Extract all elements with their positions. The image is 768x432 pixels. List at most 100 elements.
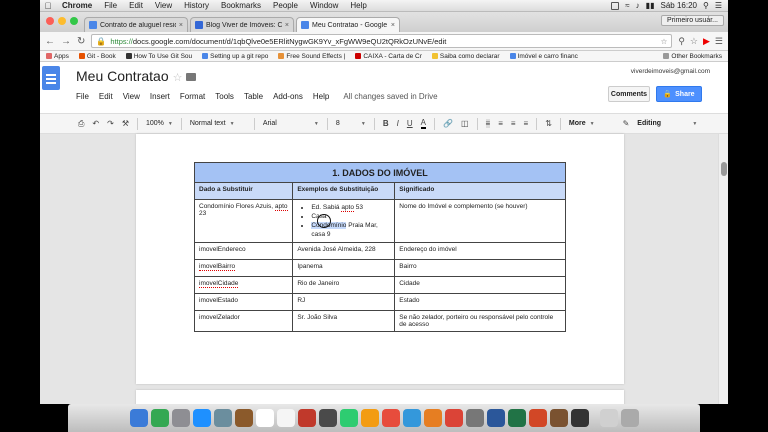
- header-cell[interactable]: Dado a Substituir: [193, 182, 294, 200]
- comment-icon[interactable]: ◫: [461, 119, 469, 128]
- menu-view[interactable]: View: [149, 1, 178, 10]
- drive-icon[interactable]: [150, 409, 169, 427]
- clock[interactable]: Sáb 16:20: [660, 1, 696, 10]
- table-title[interactable]: 1. DADOS DO IMÓVEL: [194, 162, 566, 183]
- back-icon[interactable]: ←: [45, 36, 55, 47]
- misspelled-word[interactable]: imovelCidade: [199, 280, 239, 288]
- table-cell[interactable]: imovelCidade: [193, 276, 294, 294]
- misspelled-word[interactable]: imovelBairro: [199, 263, 236, 271]
- bookmark-setting-git-repo[interactable]: Setting up a git repo: [202, 53, 268, 60]
- other-bookmarks[interactable]: Other Bookmarks: [663, 53, 722, 60]
- docs-logo-icon[interactable]: [42, 66, 60, 90]
- editing-mode-select[interactable]: Editing ▼: [637, 120, 697, 127]
- menu-history[interactable]: History: [178, 1, 215, 10]
- menu-file[interactable]: File: [98, 1, 123, 10]
- misspelled-word[interactable]: apto: [274, 203, 288, 211]
- trash-icon[interactable]: [620, 409, 639, 427]
- docs-menu-insert[interactable]: Insert: [150, 92, 170, 101]
- docs-menu-table[interactable]: Table: [244, 92, 263, 101]
- docs-menu-tools[interactable]: Tools: [215, 92, 234, 101]
- url-input[interactable]: 🔒 https://docs.google.com/document/d/1qb…: [91, 34, 673, 48]
- bookmark-caixa[interactable]: CAIXA - Carta de Cr: [355, 53, 422, 60]
- redo-icon[interactable]: ↷: [107, 119, 114, 128]
- style-select[interactable]: Normal text ▼: [190, 120, 246, 127]
- reload-icon[interactable]: ↻: [77, 36, 85, 47]
- close-icon[interactable]: ×: [285, 22, 289, 29]
- link-icon[interactable]: 🔗: [443, 119, 453, 128]
- word-icon[interactable]: [486, 409, 505, 427]
- text-color-icon[interactable]: A: [420, 118, 426, 129]
- scrollbar-thumb[interactable]: [721, 162, 727, 176]
- align-right-icon[interactable]: ≡: [511, 119, 516, 128]
- star-icon[interactable]: ☆: [690, 36, 698, 47]
- font-size-select[interactable]: 8 ▼: [336, 120, 366, 127]
- table-cell[interactable]: Se não zelador, porteiro ou responsável …: [394, 310, 566, 332]
- powerpoint-icon[interactable]: [528, 409, 547, 427]
- misspelled-word[interactable]: apto: [341, 204, 354, 212]
- table-cell[interactable]: RJ: [292, 293, 396, 311]
- close-icon[interactable]: ×: [391, 22, 395, 29]
- launchpad-icon[interactable]: [171, 409, 190, 427]
- share-button[interactable]: 🔒 Share: [656, 86, 702, 102]
- table-cell[interactable]: Cidade: [394, 276, 566, 294]
- close-icon[interactable]: ×: [179, 22, 183, 29]
- battery-icon[interactable]: ▮▮: [646, 1, 655, 10]
- tab-blog[interactable]: Blog Viver de Imóveis: Co... ×: [190, 17, 294, 32]
- menu-app[interactable]: Chrome: [56, 1, 98, 10]
- align-center-icon[interactable]: ≡: [498, 119, 503, 128]
- contacts-icon[interactable]: [234, 409, 253, 427]
- table-cell[interactable]: Bairro: [394, 259, 566, 277]
- paint-format-icon[interactable]: ⚒: [122, 119, 129, 128]
- wifi-icon[interactable]: ≈: [625, 1, 629, 10]
- table-cell[interactable]: Ipanema: [292, 259, 396, 277]
- volume-icon[interactable]: ♪: [636, 1, 640, 10]
- table-cell[interactable]: Rio de Janeiro: [292, 276, 396, 294]
- zoom-window-button[interactable]: [70, 17, 78, 25]
- print-icon[interactable]: ⎙: [78, 119, 84, 129]
- menu-icon[interactable]: ☰: [715, 36, 723, 47]
- more-button[interactable]: More ▼: [569, 120, 595, 127]
- photos-icon[interactable]: [360, 409, 379, 427]
- downloads-icon[interactable]: [599, 409, 618, 427]
- table-cell[interactable]: Sr. João Silva: [292, 310, 396, 332]
- table-cell[interactable]: Estado: [394, 293, 566, 311]
- youtube-icon[interactable]: ▶: [703, 36, 710, 47]
- tab-contrato-aluguel[interactable]: Contrato de aluguel reside... ×: [84, 17, 188, 32]
- document-page[interactable]: 1. DADOS DO IMÓVEL Dado a Substituir Exe…: [136, 134, 624, 384]
- table-cell[interactable]: Avenida José Almeida, 228: [292, 242, 396, 260]
- docs-menu-file[interactable]: File: [76, 92, 89, 101]
- profile-button[interactable]: Primeiro usuár...: [661, 15, 724, 26]
- itunes-icon[interactable]: [381, 409, 400, 427]
- align-justify-icon[interactable]: ≡: [524, 119, 529, 128]
- vertical-scrollbar[interactable]: [718, 134, 728, 404]
- document-canvas[interactable]: 1. DADOS DO IMÓVEL Dado a Substituir Exe…: [40, 134, 728, 404]
- menu-people[interactable]: People: [267, 1, 304, 10]
- status-icon[interactable]: [611, 1, 620, 10]
- document-page-2[interactable]: [136, 390, 624, 404]
- bookmark-imovel-carro[interactable]: Imóvel e carro financ: [509, 53, 578, 60]
- bookmark-free-sound[interactable]: Free Sound Effects |: [278, 53, 345, 60]
- bookmark-apps[interactable]: Apps: [46, 53, 69, 60]
- docs-menu-edit[interactable]: Edit: [99, 92, 113, 101]
- line-spacing-icon[interactable]: ⇅: [545, 119, 552, 128]
- list-icon[interactable]: ☰: [715, 1, 722, 10]
- menu-help[interactable]: Help: [344, 1, 372, 10]
- table-cell[interactable]: Ed. Sabiá apto 53 Casa Condomínio Praia …: [292, 199, 396, 243]
- mail-icon[interactable]: [213, 409, 232, 427]
- search-icon[interactable]: ⚲: [703, 1, 709, 10]
- bold-icon[interactable]: B: [383, 119, 389, 128]
- zoom-select[interactable]: 100% ▼: [146, 120, 173, 127]
- undo-icon[interactable]: ↶: [92, 119, 99, 128]
- table-cell[interactable]: imovelEndereco: [193, 242, 294, 260]
- underline-icon[interactable]: U: [407, 119, 413, 128]
- search-icon[interactable]: ⚲: [678, 36, 685, 47]
- header-cell[interactable]: Significado: [394, 182, 566, 200]
- docs-menu-view[interactable]: View: [123, 92, 140, 101]
- close-window-button[interactable]: [46, 17, 54, 25]
- table-cell[interactable]: imovelZelador: [193, 310, 294, 332]
- table-cell[interactable]: imovelBairro: [193, 259, 294, 277]
- ibooks-icon[interactable]: [423, 409, 442, 427]
- docs-menu-format[interactable]: Format: [180, 92, 205, 101]
- bookmark-saiba[interactable]: Saiba como declarar: [431, 53, 500, 60]
- save-status[interactable]: All changes saved in Drive: [343, 92, 437, 101]
